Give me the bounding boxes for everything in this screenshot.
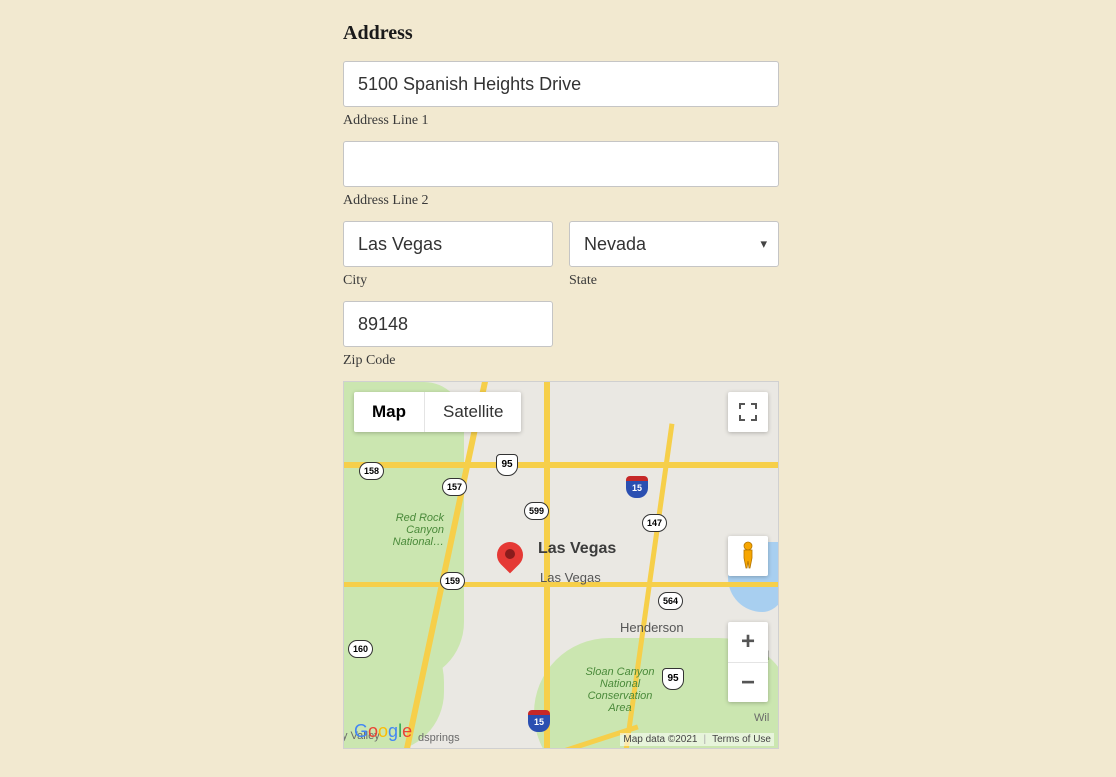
map-place-label: dsprings — [418, 732, 460, 744]
map-attribution: Map data ©2021 | Terms of Use — [620, 733, 774, 746]
address-line-2-label: Address Line 2 — [343, 193, 779, 209]
hwy-shield: 160 — [348, 640, 370, 664]
map-type-map-button[interactable]: Map — [354, 392, 424, 432]
address-line-1-label: Address Line 1 — [343, 113, 779, 129]
street-view-pegman[interactable] — [728, 536, 768, 576]
map-road — [344, 462, 778, 468]
map-city-label: Henderson — [620, 620, 684, 635]
plus-icon: + — [741, 628, 755, 656]
fullscreen-button[interactable] — [728, 392, 768, 432]
minus-icon: − — [741, 669, 755, 697]
hwy-shield: 147 — [642, 514, 664, 538]
hwy-shield: 159 — [440, 572, 462, 596]
map-marker-icon — [497, 542, 525, 582]
zip-row: Zip Code — [343, 301, 779, 369]
section-heading: Address — [343, 22, 779, 45]
fullscreen-icon — [739, 403, 757, 421]
hwy-shield: 15 — [528, 710, 550, 734]
hwy-shield: 158 — [359, 462, 381, 486]
address-line-2-input[interactable] — [343, 141, 779, 187]
city-label: City — [343, 273, 553, 289]
map-place-label: Red RockCanyonNational… — [364, 512, 444, 548]
zoom-in-button[interactable]: + — [728, 622, 768, 662]
hwy-shield: 599 — [524, 502, 546, 526]
pegman-icon — [737, 541, 759, 571]
address-line-1-row: Address Line 1 — [343, 61, 779, 129]
map-place-label: Wil — [754, 712, 769, 724]
zip-input[interactable] — [343, 301, 553, 347]
hwy-shield: 564 — [658, 592, 680, 616]
city-input[interactable] — [343, 221, 553, 267]
address-line-1-input[interactable] — [343, 61, 779, 107]
hwy-shield: 157 — [442, 478, 464, 502]
terms-link[interactable]: Terms of Use — [712, 734, 771, 745]
address-line-2-row: Address Line 2 — [343, 141, 779, 209]
address-form: Address Address Line 1 Address Line 2 Ci… — [343, 22, 779, 749]
map-place-label: Sloan CanyonNationalConservationArea — [570, 666, 670, 714]
map-city-label: Las Vegas — [540, 570, 601, 585]
state-select[interactable]: Nevada — [569, 221, 779, 267]
state-select-wrap: Nevada ▾ — [569, 221, 779, 267]
map-type-bar: Map Satellite — [354, 392, 521, 432]
hwy-shield: 95 — [496, 454, 518, 478]
map-container[interactable]: 95 157 158 159 160 599 147 564 15 15 95 … — [343, 381, 779, 749]
map-city-major-label: Las Vegas — [538, 540, 616, 558]
city-state-row: City Nevada ▾ State — [343, 221, 779, 289]
map-road — [544, 382, 550, 748]
zoom-out-button[interactable]: − — [728, 662, 768, 702]
map-type-satellite-button[interactable]: Satellite — [424, 392, 521, 432]
map-data-label: Map data ©2021 — [623, 734, 697, 745]
google-logo: Google — [354, 721, 412, 742]
zip-label: Zip Code — [343, 353, 779, 369]
state-label: State — [569, 273, 779, 289]
hwy-shield: 15 — [626, 476, 648, 500]
zoom-controls: + − — [728, 622, 768, 702]
